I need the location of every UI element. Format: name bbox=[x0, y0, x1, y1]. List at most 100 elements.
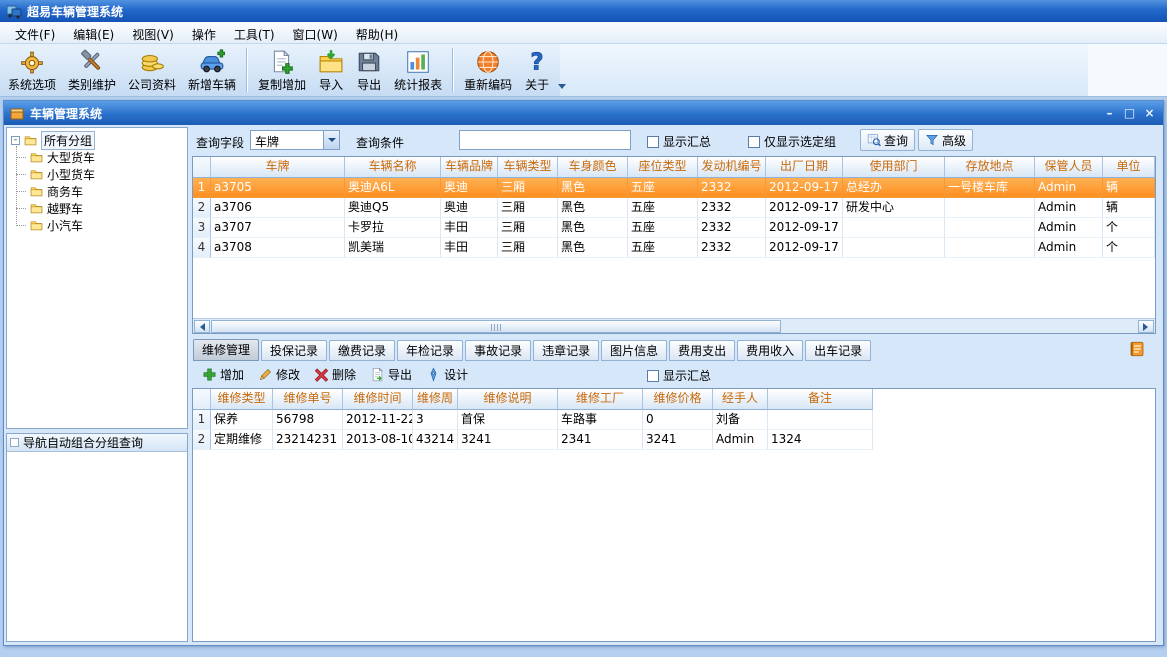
vehicle-row-1[interactable]: 1a3705奥迪A6L奥迪三厢黑色五座23322012-09-17总经办一号楼车… bbox=[193, 178, 1155, 198]
repair-column-header[interactable]: 维修类型 bbox=[211, 389, 273, 410]
scroll-left-icon[interactable] bbox=[194, 320, 210, 333]
tab-1[interactable]: 维修管理 bbox=[193, 339, 259, 361]
record-show-summary-checkbox[interactable]: 显示汇总 bbox=[647, 367, 711, 384]
nav-panel-header[interactable]: 导航自动组合分组查询 bbox=[7, 434, 187, 452]
repair-column-header[interactable]: 维修工厂 bbox=[558, 389, 643, 410]
vehicle-column-header[interactable]: 发动机编号 bbox=[698, 157, 766, 178]
menu-item-1[interactable]: 文件(F) bbox=[6, 22, 64, 43]
advanced-button[interactable]: 高级 bbox=[918, 129, 973, 151]
menu-item-5[interactable]: 工具(T) bbox=[225, 22, 284, 43]
query-field-combo[interactable]: 车牌 bbox=[250, 130, 340, 150]
menu-item-7[interactable]: 帮助(H) bbox=[347, 22, 407, 43]
vehicle-column-header[interactable]: 单位 bbox=[1103, 157, 1155, 178]
menu-item-3[interactable]: 视图(V) bbox=[123, 22, 183, 43]
toolbar-button-recode[interactable]: 重新编码 bbox=[458, 46, 518, 94]
only-selected-group-checkbox[interactable]: 仅显示选定组 bbox=[748, 133, 836, 150]
repair-cell: 3 bbox=[413, 410, 458, 430]
tree-connector bbox=[16, 225, 26, 226]
toolbar-button-export[interactable]: 导出 bbox=[350, 46, 388, 94]
tab-5[interactable]: 事故记录 bbox=[465, 340, 531, 361]
row-number: 3 bbox=[193, 218, 211, 238]
vehicle-column-header[interactable]: 使用部门 bbox=[843, 157, 945, 178]
toolbar-button-label: 新增车辆 bbox=[188, 76, 236, 93]
vehicle-column-header[interactable]: 出厂日期 bbox=[766, 157, 843, 178]
toolbar-overflow-chevron-icon[interactable] bbox=[556, 81, 568, 93]
toolbar-button-import[interactable]: 导入 bbox=[312, 46, 350, 94]
tree-item-4[interactable]: 越野车 bbox=[16, 200, 185, 217]
tab-8[interactable]: 费用支出 bbox=[669, 340, 735, 361]
vehicle-column-header[interactable]: 车辆名称 bbox=[345, 157, 441, 178]
tree-root-item[interactable]: 所有分组 bbox=[9, 132, 185, 149]
toolbar-button-copy-add[interactable]: 复制增加 bbox=[252, 46, 312, 94]
repair-cell: 23214231 bbox=[273, 430, 343, 450]
tab-7[interactable]: 图片信息 bbox=[601, 340, 667, 361]
nav-grip-icon bbox=[10, 438, 19, 447]
recode-icon bbox=[475, 49, 501, 75]
tree-item-2[interactable]: 小型货车 bbox=[16, 166, 185, 183]
menu-item-2[interactable]: 编辑(E) bbox=[64, 22, 123, 43]
delete-x-icon bbox=[314, 367, 329, 382]
add-record-button[interactable]: 增加 bbox=[195, 364, 251, 385]
query-condition-input[interactable] bbox=[459, 130, 631, 150]
repair-column-header[interactable]: 维修周 bbox=[413, 389, 458, 410]
edit-record-button[interactable]: 修改 bbox=[251, 364, 307, 385]
repair-column-header[interactable]: 维修时间 bbox=[343, 389, 413, 410]
repair-column-header[interactable]: 经手人 bbox=[713, 389, 768, 410]
group-tree-panel: 所有分组 大型货车小型货车商务车越野车小汽车 bbox=[6, 127, 188, 429]
scroll-right-icon[interactable] bbox=[1138, 320, 1154, 333]
maximize-button[interactable] bbox=[1121, 106, 1138, 121]
toolbar-button-about[interactable]: ?关于 bbox=[518, 46, 556, 94]
search-button[interactable]: 查询 bbox=[860, 129, 915, 151]
repair-row-1[interactable]: 1保养567982012-11-223首保车路事0刘备 bbox=[193, 410, 1155, 430]
vehicle-column-header[interactable]: 存放地点 bbox=[945, 157, 1035, 178]
menu-item-4[interactable]: 操作 bbox=[183, 22, 225, 43]
vehicle-row-3[interactable]: 3a3707卡罗拉丰田三厢黑色五座23322012-09-17Admin个 bbox=[193, 218, 1155, 238]
tree-item-3[interactable]: 商务车 bbox=[16, 183, 185, 200]
vehicle-row-2[interactable]: 2a3706奥迪Q5奥迪三厢黑色五座23322012-09-17研发中心Admi… bbox=[193, 198, 1155, 218]
toolbar-button-add-vehicle[interactable]: 新增车辆 bbox=[182, 46, 242, 94]
tab-4[interactable]: 年检记录 bbox=[397, 340, 463, 361]
tree-expander-icon[interactable] bbox=[11, 136, 20, 145]
repair-column-header[interactable]: 备注 bbox=[768, 389, 873, 410]
delete-record-button[interactable]: 删除 bbox=[307, 364, 363, 385]
toolbar-button-maintain[interactable]: 类别维护 bbox=[62, 46, 122, 94]
repair-cell: 56798 bbox=[273, 410, 343, 430]
horizontal-scrollbar[interactable] bbox=[193, 318, 1155, 333]
tree-item-1[interactable]: 大型货车 bbox=[16, 149, 185, 166]
vehicle-row-4[interactable]: 4a3708凯美瑞丰田三厢黑色五座23322012-09-17Admin个 bbox=[193, 238, 1155, 258]
repair-row-2[interactable]: 2定期维修232142312013-08-1043214324123413241… bbox=[193, 430, 1155, 450]
row-number: 2 bbox=[193, 198, 211, 218]
scrollbar-thumb[interactable] bbox=[211, 320, 781, 333]
window-title-bar: 车辆管理系统 bbox=[4, 101, 1163, 125]
record-show-summary-label: 显示汇总 bbox=[663, 367, 711, 384]
minimize-button[interactable] bbox=[1101, 106, 1118, 121]
export-record-button[interactable]: 导出 bbox=[363, 364, 419, 385]
tab-3[interactable]: 缴费记录 bbox=[329, 340, 395, 361]
row-indicator-header bbox=[193, 389, 211, 410]
show-summary-checkbox[interactable]: 显示汇总 bbox=[647, 133, 711, 150]
tab-10[interactable]: 出车记录 bbox=[805, 340, 871, 361]
toolbar-button-options[interactable]: 系统选项 bbox=[2, 46, 62, 94]
tab-9[interactable]: 费用收入 bbox=[737, 340, 803, 361]
vehicle-column-header[interactable]: 座位类型 bbox=[628, 157, 698, 178]
repair-column-header[interactable]: 维修单号 bbox=[273, 389, 343, 410]
vehicle-column-header[interactable]: 车辆品牌 bbox=[441, 157, 498, 178]
toolbar-button-report[interactable]: 统计报表 bbox=[388, 46, 448, 94]
edit-record-label: 修改 bbox=[276, 366, 300, 383]
repair-column-header[interactable]: 维修说明 bbox=[458, 389, 558, 410]
tree-item-5[interactable]: 小汽车 bbox=[16, 217, 185, 234]
vehicle-column-header[interactable]: 车身颜色 bbox=[558, 157, 628, 178]
tab-2[interactable]: 投保记录 bbox=[261, 340, 327, 361]
vehicle-column-header[interactable]: 车辆类型 bbox=[498, 157, 558, 178]
menu-item-6[interactable]: 窗口(W) bbox=[284, 22, 347, 43]
notes-icon[interactable] bbox=[1128, 340, 1146, 358]
repair-column-header[interactable]: 维修价格 bbox=[643, 389, 713, 410]
query-field-value: 车牌 bbox=[255, 133, 321, 150]
vehicle-column-header[interactable]: 车牌 bbox=[211, 157, 345, 178]
combo-dropdown-icon[interactable] bbox=[323, 131, 339, 149]
toolbar-button-company[interactable]: 公司资料 bbox=[122, 46, 182, 94]
tab-6[interactable]: 违章记录 bbox=[533, 340, 599, 361]
design-button[interactable]: 设计 bbox=[419, 364, 475, 385]
vehicle-column-header[interactable]: 保管人员 bbox=[1035, 157, 1103, 178]
close-button[interactable] bbox=[1141, 106, 1158, 121]
